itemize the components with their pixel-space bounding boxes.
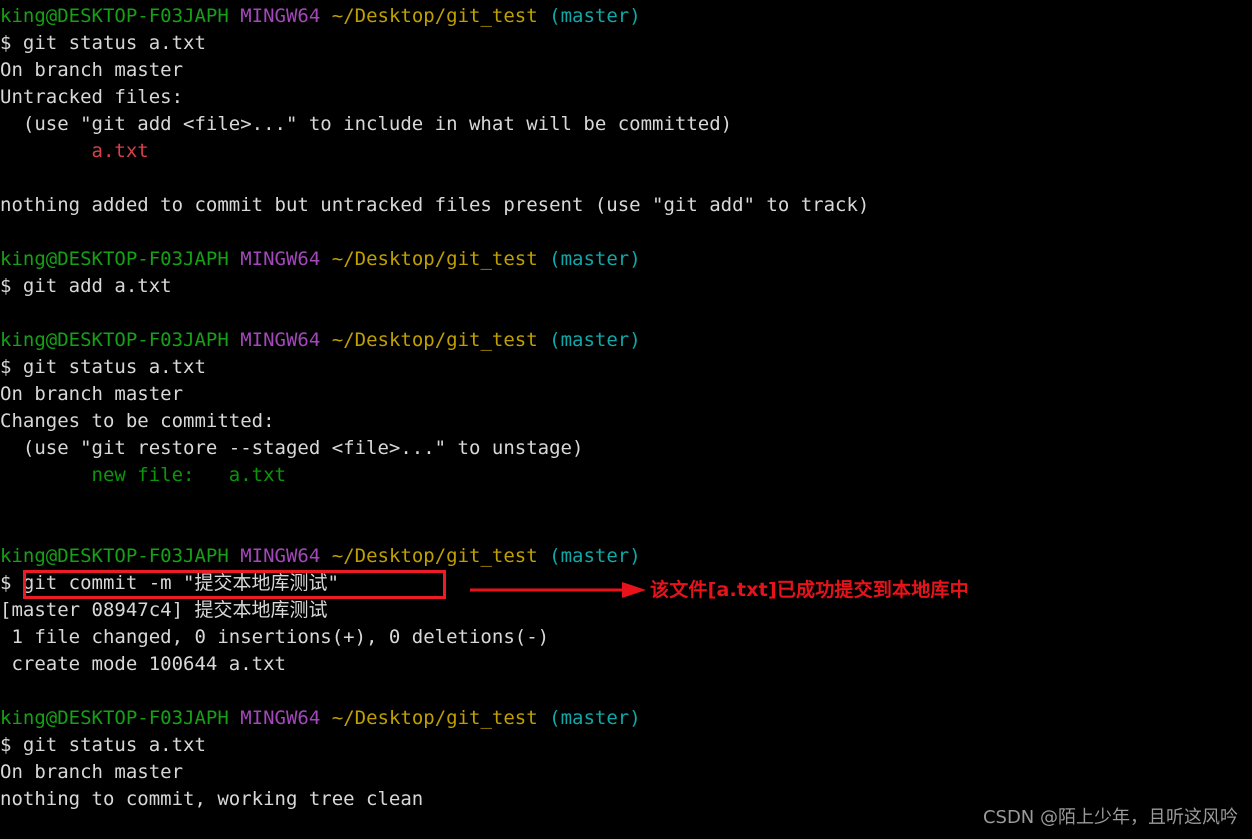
prompt-shell: MINGW64 [240,329,321,351]
command-text: git add a.txt [22,275,172,297]
command-text: git status a.txt [22,734,206,756]
output-text: create mode 100644 a.txt [0,653,286,675]
output-line-staged-file: new file: a.txt [0,462,1252,489]
command-line[interactable]: $ git status a.txt [0,732,1252,759]
prompt-line: king@DESKTOP-F03JAPH MINGW64 ~/Desktop/g… [0,327,1252,354]
prompt-line: king@DESKTOP-F03JAPH MINGW64 ~/Desktop/g… [0,3,1252,30]
annotation-text: 该文件[a.txt]已成功提交到本地库中 [650,579,969,601]
prompt-user-host: king@DESKTOP-F03JAPH [0,248,229,270]
prompt-shell: MINGW64 [240,5,321,27]
output-line: nothing added to commit but untracked fi… [0,192,1252,219]
output-text: (use "git add <file>..." to include in w… [0,113,733,135]
prompt-path: ~/Desktop/git_test [331,5,538,27]
prompt-path: ~/Desktop/git_test [331,329,538,351]
command-line[interactable]: $ git status a.txt [0,354,1252,381]
output-line: On branch master [0,57,1252,84]
output-text: [master 08947c4] 提交本地库测试 [0,599,328,621]
command-text: git status a.txt [22,32,206,54]
prompt-branch: (master) [549,329,641,351]
prompt-branch: (master) [549,545,641,567]
output-text: nothing to commit, working tree clean [0,788,424,810]
output-line: Changes to be committed: [0,408,1252,435]
prompt-user-host: king@DESKTOP-F03JAPH [0,545,229,567]
command-text: git commit -m "提交本地库测试" [22,572,339,594]
prompt-path: ~/Desktop/git_test [331,545,538,567]
output-text: On branch master [0,383,184,405]
prompt-shell: MINGW64 [240,707,321,729]
prompt-user-host: king@DESKTOP-F03JAPH [0,707,229,729]
output-line: 1 file changed, 0 insertions(+), 0 delet… [0,624,1252,651]
output-line: (use "git restore --staged <file>..." to… [0,435,1252,462]
output-text: Untracked files: [0,86,184,108]
prompt-user-host: king@DESKTOP-F03JAPH [0,329,229,351]
untracked-file-name: a.txt [91,140,149,162]
output-text: On branch master [0,59,184,81]
command-line[interactable]: $ git status a.txt [0,30,1252,57]
prompt-path: ~/Desktop/git_test [331,707,538,729]
output-line: Untracked files: [0,84,1252,111]
prompt-symbol: $ [0,32,23,54]
staged-file-entry: new file: a.txt [91,464,286,486]
prompt-line: king@DESKTOP-F03JAPH MINGW64 ~/Desktop/g… [0,543,1252,570]
terminal-output-area[interactable]: king@DESKTOP-F03JAPH MINGW64 ~/Desktop/g… [0,3,1252,813]
prompt-branch: (master) [549,248,641,270]
prompt-user-host: king@DESKTOP-F03JAPH [0,5,229,27]
output-text: Changes to be committed: [0,410,275,432]
command-line[interactable]: $ git add a.txt [0,273,1252,300]
output-text: 1 file changed, 0 insertions(+), 0 delet… [0,626,550,648]
prompt-shell: MINGW64 [240,248,321,270]
output-text: On branch master [0,761,184,783]
prompt-symbol: $ [0,275,23,297]
command-text: git status a.txt [22,356,206,378]
prompt-line: king@DESKTOP-F03JAPH MINGW64 ~/Desktop/g… [0,246,1252,273]
terminal-window[interactable]: king@DESKTOP-F03JAPH MINGW64 ~/Desktop/g… [0,0,1252,839]
output-line: (use "git add <file>..." to include in w… [0,111,1252,138]
prompt-line: king@DESKTOP-F03JAPH MINGW64 ~/Desktop/g… [0,705,1252,732]
output-text: (use "git restore --staged <file>..." to… [0,437,584,459]
annotation-arrow-icon [470,578,646,602]
output-line: create mode 100644 a.txt [0,651,1252,678]
output-text: nothing added to commit but untracked fi… [0,194,870,216]
prompt-branch: (master) [549,5,641,27]
output-line: On branch master [0,381,1252,408]
prompt-symbol: $ [0,572,23,594]
prompt-path: ~/Desktop/git_test [331,248,538,270]
prompt-shell: MINGW64 [240,545,321,567]
prompt-symbol: $ [0,356,23,378]
prompt-branch: (master) [549,707,641,729]
output-line: On branch master [0,759,1252,786]
watermark: CSDN @陌上少年，且听这风吟 [982,807,1238,828]
output-line-untracked-file: a.txt [0,138,1252,165]
prompt-symbol: $ [0,734,23,756]
